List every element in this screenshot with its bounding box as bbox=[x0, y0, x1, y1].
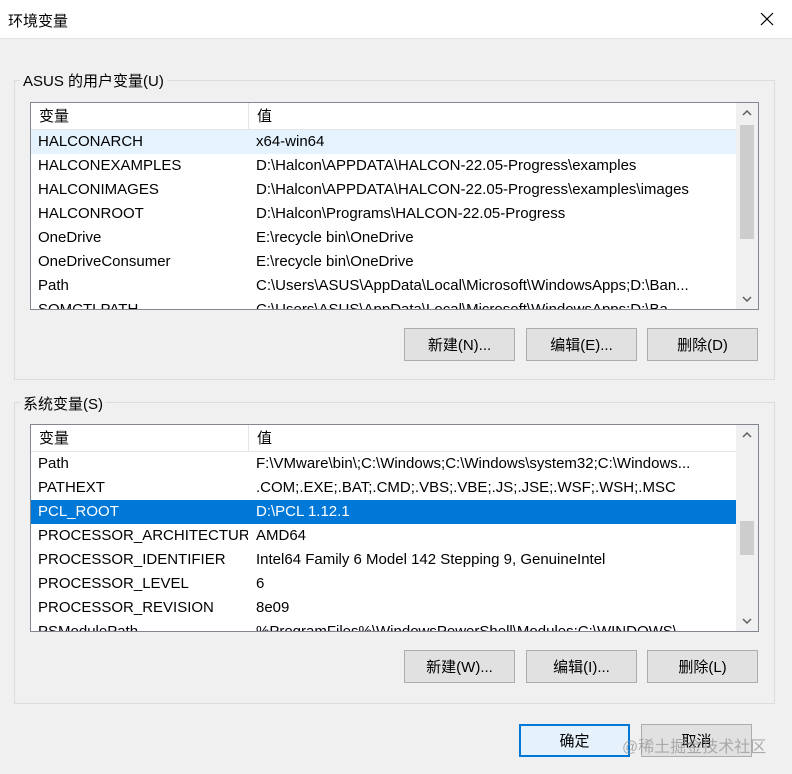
user-variables-label: ASUS 的用户变量(U) bbox=[20, 70, 167, 91]
chevron-up-icon bbox=[742, 110, 752, 116]
table-row[interactable]: HALCONIMAGES D:\Halcon\APPDATA\HALCON-22.… bbox=[31, 178, 736, 202]
column-header-variable[interactable]: 变量 bbox=[31, 103, 249, 130]
var-name: HALCONARCH bbox=[38, 133, 144, 150]
var-name: PROCESSOR_REVISION bbox=[38, 599, 214, 616]
var-name: HALCONEXAMPLES bbox=[38, 157, 182, 174]
system-variables-label: 系统变量(S) bbox=[20, 393, 106, 414]
table-row[interactable]: PATHEXT .COM;.EXE;.BAT;.CMD;.VBS;.VBE;.JS… bbox=[31, 476, 736, 500]
var-name: HALCONROOT bbox=[38, 205, 144, 222]
var-name: OneDrive bbox=[38, 229, 102, 246]
table-row[interactable]: HALCONARCH x64-win64 bbox=[31, 130, 736, 154]
var-name: SOMCTLPATH bbox=[38, 301, 139, 310]
scroll-up-arrow[interactable] bbox=[736, 103, 758, 123]
var-value: C:\Users\ASUS\AppData\Local\Microsoft\Wi… bbox=[256, 277, 689, 294]
var-name: PROCESSOR_LEVEL bbox=[38, 575, 189, 592]
title-bar: 环境变量 bbox=[0, 0, 792, 39]
var-name: Path bbox=[38, 455, 69, 472]
chevron-down-icon bbox=[742, 296, 752, 302]
user-delete-button[interactable]: 删除(D) bbox=[647, 328, 758, 361]
system-edit-button[interactable]: 编辑(I)... bbox=[526, 650, 637, 683]
close-button[interactable] bbox=[750, 4, 784, 34]
var-name: PATHEXT bbox=[38, 479, 105, 496]
table-row[interactable]: PSModulePath %ProgramFiles%\WindowsPowerS… bbox=[31, 620, 736, 632]
var-value: .COM;.EXE;.BAT;.CMD;.VBS;.VBE;.JS;.JSE;.… bbox=[256, 479, 676, 496]
table-row[interactable]: SOMCTLPATH C:\Users\ASUS\AppData\Local\Mi… bbox=[31, 298, 736, 310]
column-header-value[interactable]: 值 bbox=[249, 425, 736, 452]
table-row[interactable]: PROCESSOR_REVISION 8e09 bbox=[31, 596, 736, 620]
var-value: 8e09 bbox=[256, 599, 290, 616]
close-icon bbox=[760, 12, 774, 26]
column-header-value[interactable]: 值 bbox=[249, 103, 736, 130]
var-value: D:\Halcon\APPDATA\HALCON-22.05-Progress\… bbox=[256, 181, 689, 198]
var-name: OneDriveConsumer bbox=[38, 253, 171, 270]
chevron-up-icon bbox=[742, 432, 752, 438]
table-row[interactable]: Path C:\Users\ASUS\AppData\Local\Microsof… bbox=[31, 274, 736, 298]
var-name: Path bbox=[38, 277, 69, 294]
table-row-selected[interactable]: PCL_ROOT D:\PCL 1.12.1 bbox=[31, 500, 736, 524]
system-delete-button[interactable]: 删除(L) bbox=[647, 650, 758, 683]
var-value: AMD64 bbox=[256, 527, 307, 544]
table-row[interactable]: OneDrive E:\recycle bin\OneDrive bbox=[31, 226, 736, 250]
scroll-thumb[interactable] bbox=[740, 125, 754, 239]
list-header: 变量 值 bbox=[31, 103, 736, 130]
chevron-down-icon bbox=[742, 618, 752, 624]
table-row[interactable]: HALCONROOT D:\Halcon\Programs\HALCON-22.0… bbox=[31, 202, 736, 226]
watermark: @稀土掘金技术社区 bbox=[622, 739, 767, 756]
list-rows: HALCONARCH x64-win64 HALCONEXAMPLES D:\Hal… bbox=[31, 130, 736, 310]
var-value: D:\PCL 1.12.1 bbox=[256, 503, 350, 520]
user-edit-button[interactable]: 编辑(E)... bbox=[526, 328, 637, 361]
var-name: PSModulePath bbox=[38, 623, 139, 632]
table-row[interactable]: PROCESSOR_IDENTIFIER Intel64 Family 6 Mod… bbox=[31, 548, 736, 572]
ok-button[interactable]: 确定 bbox=[519, 724, 630, 757]
environment-variables-dialog: 环境变量 ASUS 的用户变量(U) 变量 值 HALCONARCH x64-wi… bbox=[0, 0, 792, 774]
table-row[interactable]: OneDriveConsumer E:\recycle bin\OneDrive bbox=[31, 250, 736, 274]
column-header-variable[interactable]: 变量 bbox=[31, 425, 249, 452]
scroll-up-arrow[interactable] bbox=[736, 425, 758, 445]
var-value: C:\Users\ASUS\AppData\Local\Microsoft\Wi… bbox=[256, 301, 681, 310]
system-new-button[interactable]: 新建(W)... bbox=[404, 650, 515, 683]
var-value: 6 bbox=[256, 575, 265, 592]
system-variables-list[interactable]: 变量 值 Path F:\VMware\bin\;C:\Windows;C:\Wi… bbox=[30, 424, 759, 632]
var-value: E:\recycle bin\OneDrive bbox=[256, 253, 414, 270]
vertical-scrollbar[interactable] bbox=[736, 425, 758, 631]
var-value: D:\Halcon\Programs\HALCON-22.05-Progress bbox=[256, 205, 566, 222]
vertical-scrollbar[interactable] bbox=[736, 103, 758, 309]
var-value: D:\Halcon\APPDATA\HALCON-22.05-Progress\… bbox=[256, 157, 637, 174]
var-value: E:\recycle bin\OneDrive bbox=[256, 229, 414, 246]
table-row[interactable]: Path F:\VMware\bin\;C:\Windows;C:\Windows… bbox=[31, 452, 736, 476]
window-title: 环境变量 bbox=[8, 13, 69, 30]
var-name: PROCESSOR_IDENTIFIER bbox=[38, 551, 226, 568]
user-new-button[interactable]: 新建(N)... bbox=[404, 328, 515, 361]
table-row[interactable]: HALCONEXAMPLES D:\Halcon\APPDATA\HALCON-2… bbox=[31, 154, 736, 178]
var-value: Intel64 Family 6 Model 142 Stepping 9, G… bbox=[256, 551, 606, 568]
var-name: PCL_ROOT bbox=[38, 503, 119, 520]
list-header: 变量 值 bbox=[31, 425, 736, 452]
list-rows: Path F:\VMware\bin\;C:\Windows;C:\Windows… bbox=[31, 452, 736, 632]
scroll-down-arrow[interactable] bbox=[736, 611, 758, 631]
scroll-thumb[interactable] bbox=[740, 521, 754, 555]
user-variables-list[interactable]: 变量 值 HALCONARCH x64-win64 HALCONEXAMPLES D… bbox=[30, 102, 759, 310]
table-row[interactable]: PROCESSOR_LEVEL 6 bbox=[31, 572, 736, 596]
table-row[interactable]: PROCESSOR_ARCHITECTURE AMD64 bbox=[31, 524, 736, 548]
scroll-down-arrow[interactable] bbox=[736, 289, 758, 309]
var-value: x64-win64 bbox=[256, 133, 325, 150]
var-name: HALCONIMAGES bbox=[38, 181, 159, 198]
var-value: %ProgramFiles%\WindowsPowerShell\Modules… bbox=[256, 623, 690, 632]
var-name: PROCESSOR_ARCHITECTURE bbox=[38, 527, 248, 544]
var-value: F:\VMware\bin\;C:\Windows;C:\Windows\sys… bbox=[256, 455, 691, 472]
